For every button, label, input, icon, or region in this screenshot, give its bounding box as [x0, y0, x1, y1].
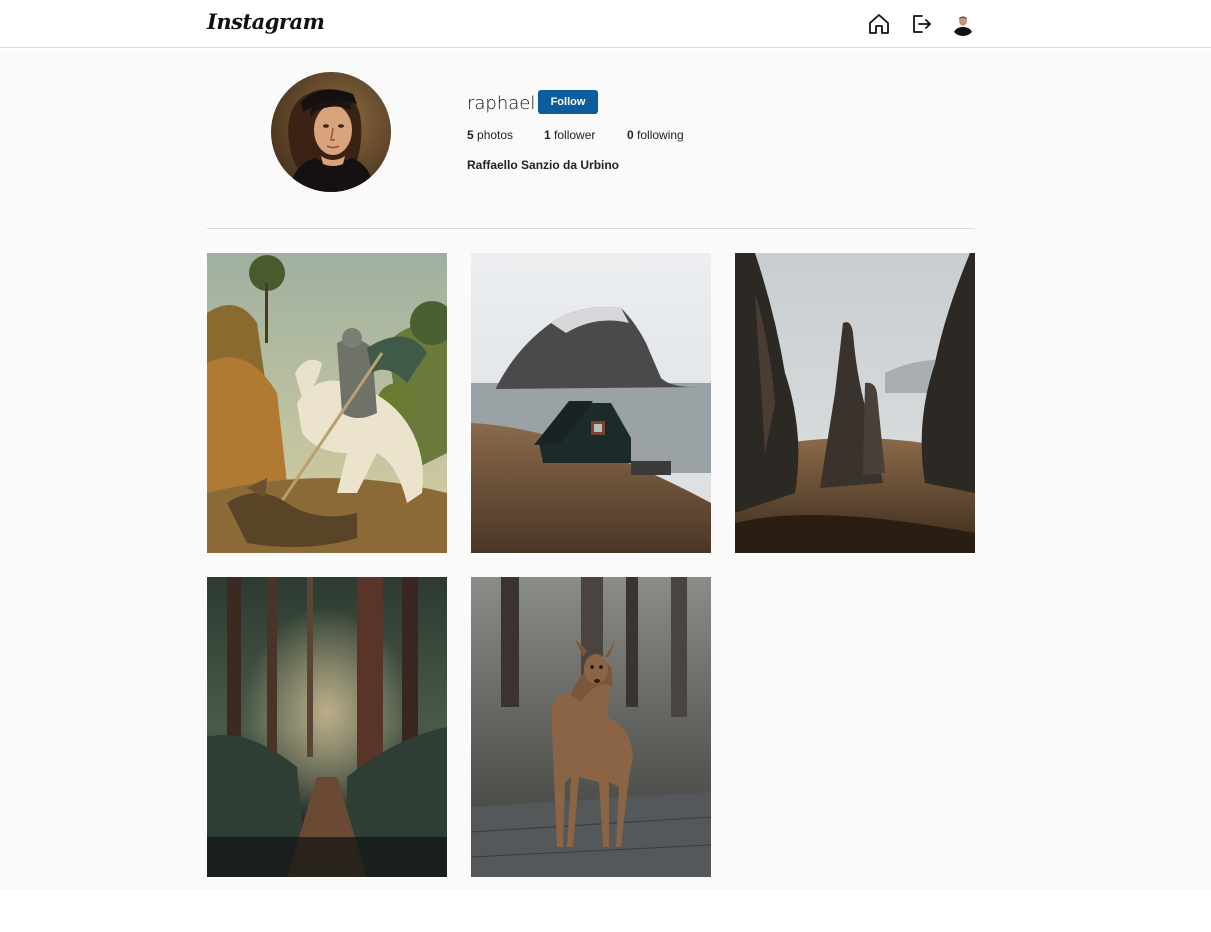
profile-divider: [207, 228, 975, 229]
photo-forest-path: [207, 577, 447, 877]
home-icon[interactable]: [867, 12, 891, 36]
stat-photos: 5 photos: [467, 128, 513, 142]
followers-label: follower: [554, 128, 596, 142]
photo-cabin-island-fog: [471, 253, 711, 553]
profile-username: raphael: [467, 93, 536, 114]
photo-tile[interactable]: [471, 577, 711, 877]
photo-tile[interactable]: [207, 253, 447, 553]
profile-page: raphael Follow 5 photos 1 follower 0 fol…: [0, 49, 1211, 890]
photos-label: photos: [477, 128, 514, 142]
profile-avatar[interactable]: [271, 72, 391, 192]
photo-tile[interactable]: [207, 577, 447, 877]
photo-tile[interactable]: [735, 253, 975, 553]
top-header: Instagram: [0, 0, 1211, 48]
profile-full-name: Raffaello Sanzio da Urbino: [467, 158, 620, 172]
follow-button[interactable]: Follow: [538, 90, 598, 114]
followers-count: 1: [544, 128, 551, 142]
photo-rock-spires-landscape: [735, 253, 975, 553]
user-avatar[interactable]: [951, 12, 975, 36]
following-count: 0: [627, 128, 634, 142]
stat-followers[interactable]: 1 follower: [544, 128, 595, 142]
photo-deer: [471, 577, 711, 877]
logout-icon[interactable]: [909, 12, 933, 36]
photo-tile[interactable]: [471, 253, 711, 553]
following-label: following: [637, 128, 684, 142]
photos-count: 5: [467, 128, 474, 142]
instagram-logo[interactable]: Instagram: [207, 9, 325, 34]
photo-painting-knight-dragon: [207, 253, 447, 553]
stat-following[interactable]: 0 following: [627, 128, 684, 142]
